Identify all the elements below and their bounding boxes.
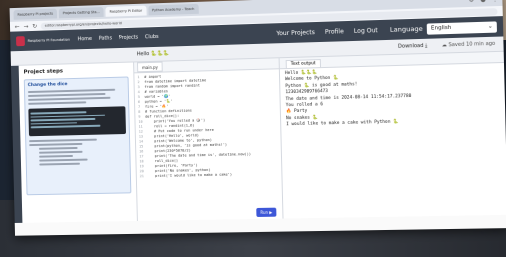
language-value: English: [430, 24, 452, 32]
nav-home[interactable]: Home: [78, 36, 92, 42]
download-label: Download: [397, 42, 424, 50]
nav-clubs[interactable]: Clubs: [145, 34, 159, 40]
reload-icon[interactable]: ↻: [32, 22, 37, 29]
browser-tab[interactable]: Python Academy - Teach: [147, 3, 199, 16]
your-projects-link[interactable]: Your Projects: [276, 29, 315, 37]
nav-projects[interactable]: Projects: [119, 35, 138, 42]
saved-label: Saved 10 min ago: [448, 40, 496, 49]
code-text: print('You rolled a 🎲'): [145, 118, 206, 124]
language-label: Language: [389, 24, 423, 34]
code-text: fire = '🔥': [144, 104, 169, 109]
raspberry-logo[interactable]: [16, 36, 25, 47]
code-text: # variables: [144, 89, 169, 94]
output-panel: Text output Hello 🐍🐍🐍 Welcome to Python 🐍…: [279, 51, 506, 219]
profile-icon[interactable]: ●: [480, 0, 486, 3]
run-button[interactable]: Run ▶: [256, 207, 277, 217]
browser-window: Raspberry Pi projects Projects Getting S…: [9, 0, 506, 236]
code-text: python = '🐍': [144, 99, 173, 104]
run-bar: Run ▶: [138, 205, 283, 221]
code-text: print('I would like to make a cake'): [146, 172, 233, 179]
file-tab-label: main.py: [137, 61, 163, 73]
chevron-down-icon: ⌄: [487, 23, 493, 30]
project-steps-panel: Project steps Change the dice: [18, 62, 138, 223]
brand-name: Raspberry Pi Foundation: [27, 37, 70, 43]
browser-tab[interactable]: Raspberry Pi projects: [13, 8, 58, 20]
code-text: from random import randint: [144, 83, 200, 89]
download-button[interactable]: Download ⤓: [398, 43, 427, 50]
cloud-icon: ☁: [441, 42, 447, 49]
output-lines: Hello 🐍🐍🐍 Welcome to Python 🐍 Python 🐍 is …: [280, 63, 506, 131]
code-text: # Put code to run under here: [145, 127, 214, 134]
saved-status: ☁ Saved 10 min ago: [442, 41, 496, 49]
logout-link[interactable]: Log Out: [354, 27, 378, 35]
project-title[interactable]: Hello 🐍🐍🐍: [137, 51, 169, 58]
back-icon[interactable]: ←: [15, 23, 20, 30]
browser-tab[interactable]: Projects Getting Sta...: [58, 6, 104, 19]
step-code-block: [28, 106, 127, 137]
profile-link[interactable]: Profile: [325, 28, 344, 36]
code-lines[interactable]: 1 # import 2 from datetime import datetime 3…: [134, 69, 282, 207]
output-tab-label: Text output: [285, 59, 321, 69]
menu-icon[interactable]: ⋮: [492, 0, 498, 3]
extensions-icon[interactable]: ⚙: [469, 0, 475, 3]
code-text: world = '🌍': [144, 94, 171, 99]
editor-main: Project steps Change the dice main.py 1 …: [10, 51, 506, 223]
language-select[interactable]: English ⌄: [426, 20, 497, 35]
browser-tab[interactable]: Raspberry Pi Editor: [105, 5, 147, 17]
nav-paths[interactable]: Paths: [99, 35, 112, 41]
download-icon: ⤓: [424, 42, 428, 49]
code-text: # import: [144, 74, 162, 80]
step-heading: Change the dice: [27, 82, 68, 89]
code-text: print('The date and time is', datetime.n…: [146, 152, 252, 159]
code-text: roll_dice(): [146, 158, 179, 164]
code-editor: main.py 1 # import 2 from datetime import d…: [134, 58, 284, 221]
forward-icon[interactable]: →: [23, 23, 28, 30]
code-text: # function definitions: [145, 108, 192, 114]
step-card: Change the dice: [23, 76, 132, 196]
